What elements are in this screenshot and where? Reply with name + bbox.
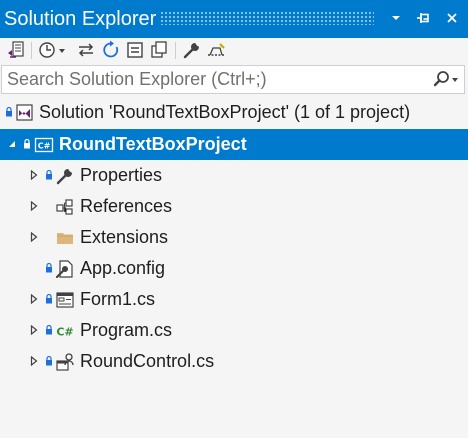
properties-button[interactable] xyxy=(181,39,203,61)
tree-item-extensions[interactable]: Extensions xyxy=(0,222,468,253)
tree-item-properties[interactable]: Properties xyxy=(0,160,468,191)
expanded-triangle-icon xyxy=(9,141,15,147)
lock-icon xyxy=(6,106,12,117)
collapsed-triangle-icon xyxy=(30,170,38,180)
collapsed-triangle-icon xyxy=(30,294,38,304)
tree-item-label: References xyxy=(80,196,173,216)
tree-item-label: Extensions xyxy=(80,227,169,247)
folder-icon xyxy=(55,228,75,248)
user-control-icon xyxy=(55,352,75,372)
tree-item-label: Properties xyxy=(80,165,163,185)
solution-explorer-toolbar xyxy=(0,38,468,64)
dropdown-arrow-icon xyxy=(392,16,400,20)
tree-item-label: Form1.cs xyxy=(80,289,156,309)
tree-item-label: App.config xyxy=(80,258,166,278)
properties-wrench-icon xyxy=(183,42,200,59)
expand-toggle[interactable] xyxy=(28,293,40,305)
collapse-all-button[interactable] xyxy=(124,39,146,61)
collapsed-triangle-icon xyxy=(30,356,38,366)
auto-hide-pin-button[interactable] xyxy=(412,6,436,30)
sync-with-active-document-button[interactable] xyxy=(75,39,97,61)
search-options-button[interactable] xyxy=(430,69,460,91)
search-icon xyxy=(433,71,458,87)
search-input[interactable] xyxy=(4,67,430,92)
switch-views-button[interactable] xyxy=(5,39,27,61)
preview-selected-items-icon xyxy=(208,43,225,56)
toolbar-separator xyxy=(31,42,32,59)
switch-views-icon xyxy=(8,41,24,58)
lock-icon xyxy=(46,355,52,366)
refresh-button[interactable] xyxy=(100,39,122,61)
tree-item-label: RoundTextBoxProject xyxy=(59,134,247,154)
lock-icon xyxy=(46,169,52,180)
expand-toggle[interactable] xyxy=(28,355,40,367)
panel-title: Solution Explorer xyxy=(4,8,157,30)
show-all-files-button[interactable] xyxy=(148,39,170,61)
tree-item-form1[interactable]: Form1.cs xyxy=(0,284,468,315)
tree-item-app-config[interactable]: App.config xyxy=(0,253,468,284)
title-bar-grip[interactable] xyxy=(160,11,374,25)
tree-item-references[interactable]: References xyxy=(0,191,468,222)
search-box xyxy=(1,65,465,94)
tree-item-solution[interactable]: Solution 'RoundTextBoxProject' (1 of 1 p… xyxy=(0,97,468,128)
expand-toggle[interactable] xyxy=(28,324,40,336)
references-icon xyxy=(55,197,75,217)
expand-toggle[interactable] xyxy=(6,138,18,150)
svg-text:C#: C# xyxy=(56,326,73,339)
wrench-icon xyxy=(55,166,75,186)
refresh-icon xyxy=(103,40,119,58)
close-icon xyxy=(447,13,457,23)
visual-studio-solution-icon xyxy=(15,103,35,123)
pin-icon xyxy=(417,13,429,23)
collapsed-triangle-icon xyxy=(30,201,38,211)
lock-icon xyxy=(46,262,52,273)
expand-toggle[interactable] xyxy=(28,169,40,181)
toolbar-separator xyxy=(175,42,176,59)
lock-icon xyxy=(46,324,52,335)
pending-changes-filter-icon xyxy=(39,42,65,58)
solution-explorer-panel: Solution Explorer Search Solution Explor… xyxy=(0,0,468,438)
tree-item-program[interactable]: C# Program.cs xyxy=(0,315,468,346)
tree-item-round-control[interactable]: RoundControl.cs xyxy=(0,346,468,377)
tree-item-label: Solution 'RoundTextBoxProject' (1 of 1 p… xyxy=(39,102,411,122)
lock-icon xyxy=(24,138,30,149)
show-all-files-icon xyxy=(151,41,167,58)
form-icon xyxy=(55,290,75,310)
title-bar[interactable]: Solution Explorer xyxy=(0,0,468,38)
config-file-icon xyxy=(55,259,75,279)
tree-item-label: Program.cs xyxy=(80,320,173,340)
tree-item-label: RoundControl.cs xyxy=(80,351,215,371)
svg-text:C#: C# xyxy=(38,142,51,151)
collapsed-triangle-icon xyxy=(30,325,38,335)
csharp-project-icon: C# xyxy=(34,135,54,155)
tree-item-project[interactable]: C# RoundTextBoxProject xyxy=(0,129,468,160)
expand-toggle[interactable] xyxy=(28,200,40,212)
pending-changes-filter-button[interactable] xyxy=(36,39,70,61)
lock-icon xyxy=(46,293,52,304)
preview-selected-items-button[interactable] xyxy=(205,39,227,61)
window-position-dropdown-button[interactable] xyxy=(384,6,408,30)
sync-with-active-document-icon xyxy=(78,43,94,57)
collapse-all-icon xyxy=(127,42,143,58)
expand-toggle[interactable] xyxy=(28,231,40,243)
collapsed-triangle-icon xyxy=(30,232,38,242)
csharp-file-icon: C# xyxy=(55,321,75,341)
close-button[interactable] xyxy=(440,6,464,30)
